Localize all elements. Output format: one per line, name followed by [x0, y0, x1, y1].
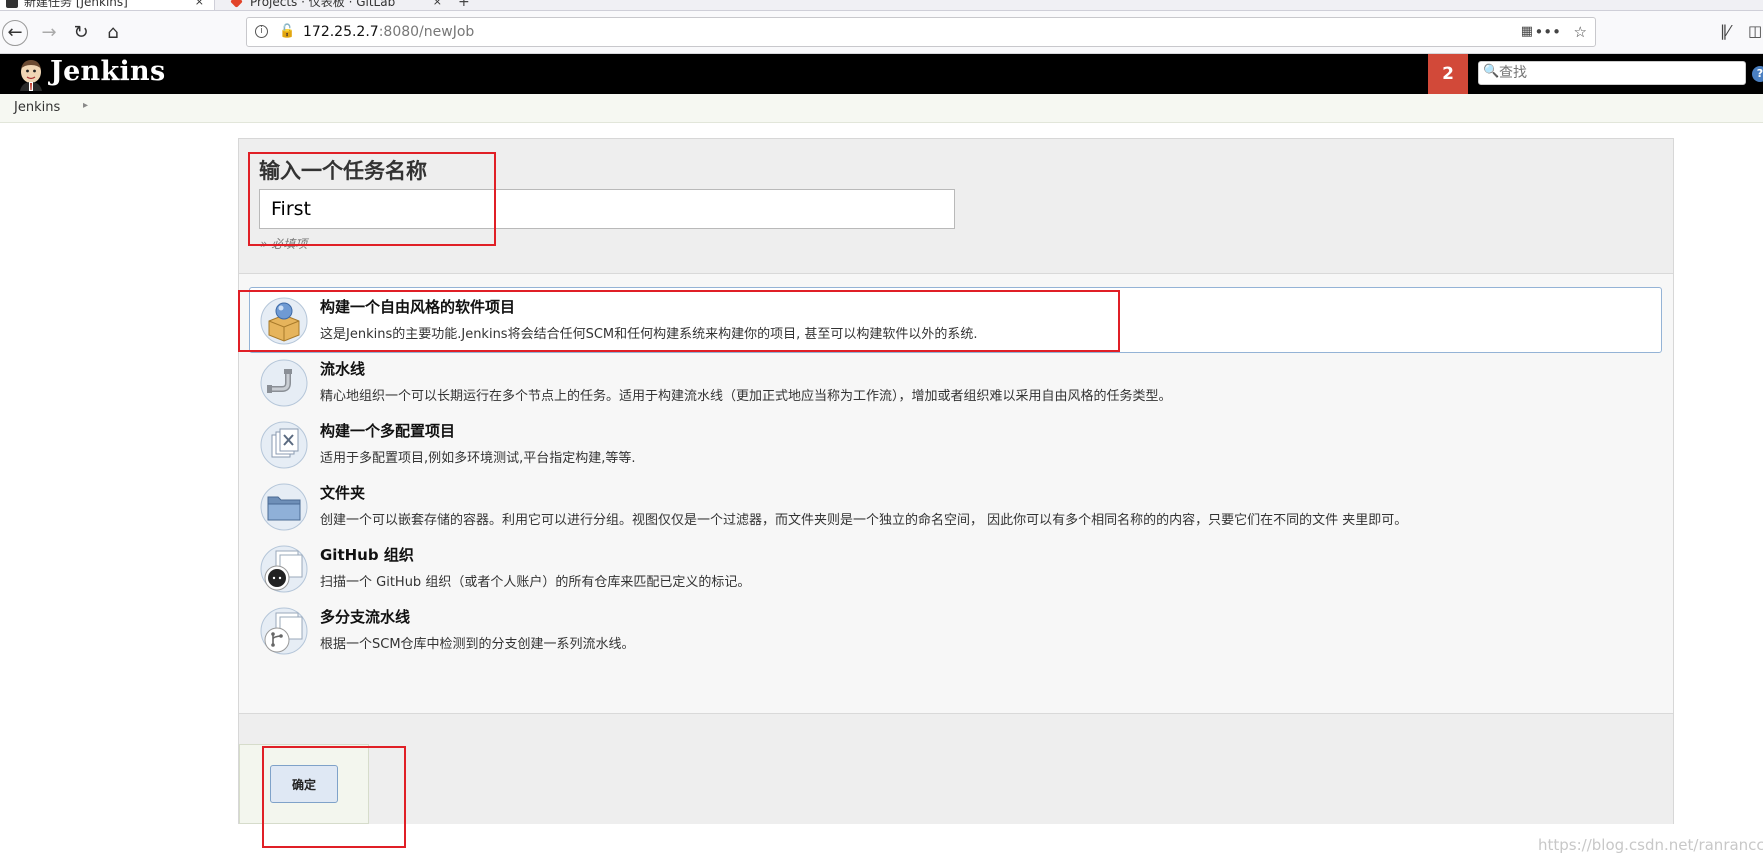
- ok-button[interactable]: 确定: [270, 765, 338, 803]
- form-footer: 确定: [239, 713, 1673, 824]
- item-type-pipeline[interactable]: 流水线 精心地组织一个可以长期运行在多个节点上的任务。适用于构建流水线（更加正式…: [249, 349, 1662, 415]
- item-type-desc: 创建一个可以嵌套存储的容器。利用它可以进行分组。视图仅仅是一个过滤器，而文件夹则…: [320, 513, 1408, 528]
- library-icon[interactable]: ‖⁄: [1720, 22, 1730, 40]
- notification-badge[interactable]: 2: [1428, 54, 1468, 94]
- insecure-lock-icon[interactable]: 🔓: [279, 25, 295, 39]
- freestyle-project-icon: [260, 297, 308, 345]
- item-type-folder[interactable]: 文件夹 创建一个可以嵌套存储的容器。利用它可以进行分组。视图仅仅是一个过滤器，而…: [249, 473, 1662, 539]
- new-tab-button[interactable]: +: [458, 0, 470, 10]
- tab-gitlab[interactable]: Projects · 仪表板 · GitLab ×: [222, 0, 452, 10]
- item-type-label: 构建一个多配置项目: [320, 422, 456, 440]
- item-name-heading: 输入一个任务名称: [259, 159, 427, 183]
- item-type-label: GitHub 组织: [320, 546, 414, 564]
- reload-icon[interactable]: ↻: [68, 20, 94, 46]
- item-type-label: 流水线: [320, 360, 366, 378]
- back-arrow-icon[interactable]: ←: [2, 20, 28, 46]
- url-path: :8080/newJob: [378, 24, 475, 40]
- search-box[interactable]: 🔍: [1478, 61, 1746, 85]
- item-type-desc: 扫描一个 GitHub 组织（或者个人账户）的所有仓库来匹配已定义的标记。: [320, 575, 751, 590]
- github-org-icon: [260, 545, 308, 593]
- item-name-section: 输入一个任务名称 » 必填项: [239, 139, 1673, 274]
- item-type-desc: 这是Jenkins的主要功能.Jenkins将会结合任何SCM和任何构建系统来构…: [320, 327, 978, 342]
- jenkins-favicon-icon: [6, 0, 18, 8]
- page-actions-icon[interactable]: •••: [1534, 23, 1561, 41]
- site-info-icon[interactable]: i: [255, 25, 268, 38]
- url-host: 172.25.2.7: [303, 24, 379, 40]
- breadcrumb: Jenkins ▸: [0, 94, 1763, 123]
- jenkins-logo-icon[interactable]: [14, 57, 48, 91]
- close-tab-icon[interactable]: ×: [433, 0, 442, 10]
- item-type-label: 文件夹: [320, 484, 366, 502]
- home-icon[interactable]: ⌂: [100, 20, 126, 46]
- address-bar[interactable]: i 🔓 172.25.2.7:8080/newJob ▦ ••• ☆: [246, 17, 1596, 47]
- multibranch-pipeline-icon: [260, 607, 308, 655]
- item-type-desc: 适用于多配置项目,例如多环境测试,平台指定构建,等等.: [320, 451, 636, 466]
- browser-toolbar: ← → ↻ ⌂ i 🔓 172.25.2.7:8080/newJob ▦ •••…: [0, 11, 1763, 54]
- search-icon: 🔍: [1483, 64, 1500, 79]
- item-type-desc: 根据一个SCM仓库中检测到的分支创建一系列流水线。: [320, 637, 635, 652]
- item-type-freestyle[interactable]: 构建一个自由风格的软件项目 这是Jenkins的主要功能.Jenkins将会结合…: [249, 287, 1662, 353]
- item-type-multibranch[interactable]: 多分支流水线 根据一个SCM仓库中检测到的分支创建一系列流水线。: [249, 597, 1662, 663]
- breadcrumb-chevron-icon[interactable]: ▸: [83, 100, 88, 111]
- breadcrumb-jenkins[interactable]: Jenkins: [14, 100, 60, 115]
- bookmark-star-icon[interactable]: ☆: [1574, 23, 1587, 41]
- multi-config-icon: [260, 421, 308, 469]
- ok-button-container: 确定: [239, 744, 369, 824]
- forward-arrow-icon[interactable]: →: [36, 20, 62, 46]
- tab-title: 新建任务 [Jenkins]: [24, 0, 128, 9]
- watermark: https://blog.csdn.net/ranrancc_: [1538, 836, 1763, 854]
- sidebar-icon[interactable]: ◫: [1748, 22, 1762, 40]
- search-input[interactable]: [1499, 64, 1739, 82]
- item-type-multi-config[interactable]: 构建一个多配置项目 适用于多配置项目,例如多环境测试,平台指定构建,等等.: [249, 411, 1662, 477]
- qr-code-icon[interactable]: ▦: [1521, 24, 1533, 39]
- new-job-panel: 输入一个任务名称 » 必填项 构建一个自由风格的软件项目 这是Jenkins的主…: [238, 138, 1674, 824]
- item-type-label: 多分支流水线: [320, 608, 411, 626]
- item-name-input[interactable]: [259, 189, 955, 229]
- item-type-desc: 精心地组织一个可以长期运行在多个节点上的任务。适用于构建流水线（更加正式地应当称…: [320, 389, 1172, 404]
- tab-title: Projects · 仪表板 · GitLab: [250, 0, 396, 9]
- browser-tab-strip: 新建任务 [Jenkins] × Projects · 仪表板 · GitLab…: [0, 0, 1763, 11]
- required-note: » 必填项: [260, 237, 308, 251]
- item-type-github-org[interactable]: GitHub 组织 扫描一个 GitHub 组织（或者个人账户）的所有仓库来匹配…: [249, 535, 1662, 601]
- item-type-label: 构建一个自由风格的软件项目: [320, 298, 516, 316]
- pipeline-icon: [260, 359, 308, 407]
- jenkins-title[interactable]: Jenkins: [50, 56, 165, 87]
- gitlab-favicon-icon: [230, 0, 243, 8]
- folder-icon: [260, 483, 308, 531]
- url-text[interactable]: 172.25.2.7:8080/newJob: [303, 24, 474, 40]
- close-tab-icon[interactable]: ×: [195, 0, 204, 10]
- help-icon[interactable]: ?: [1752, 66, 1763, 82]
- tab-jenkins[interactable]: 新建任务 [Jenkins] ×: [0, 0, 215, 10]
- jenkins-header: Jenkins 2 🔍 ?: [0, 54, 1763, 94]
